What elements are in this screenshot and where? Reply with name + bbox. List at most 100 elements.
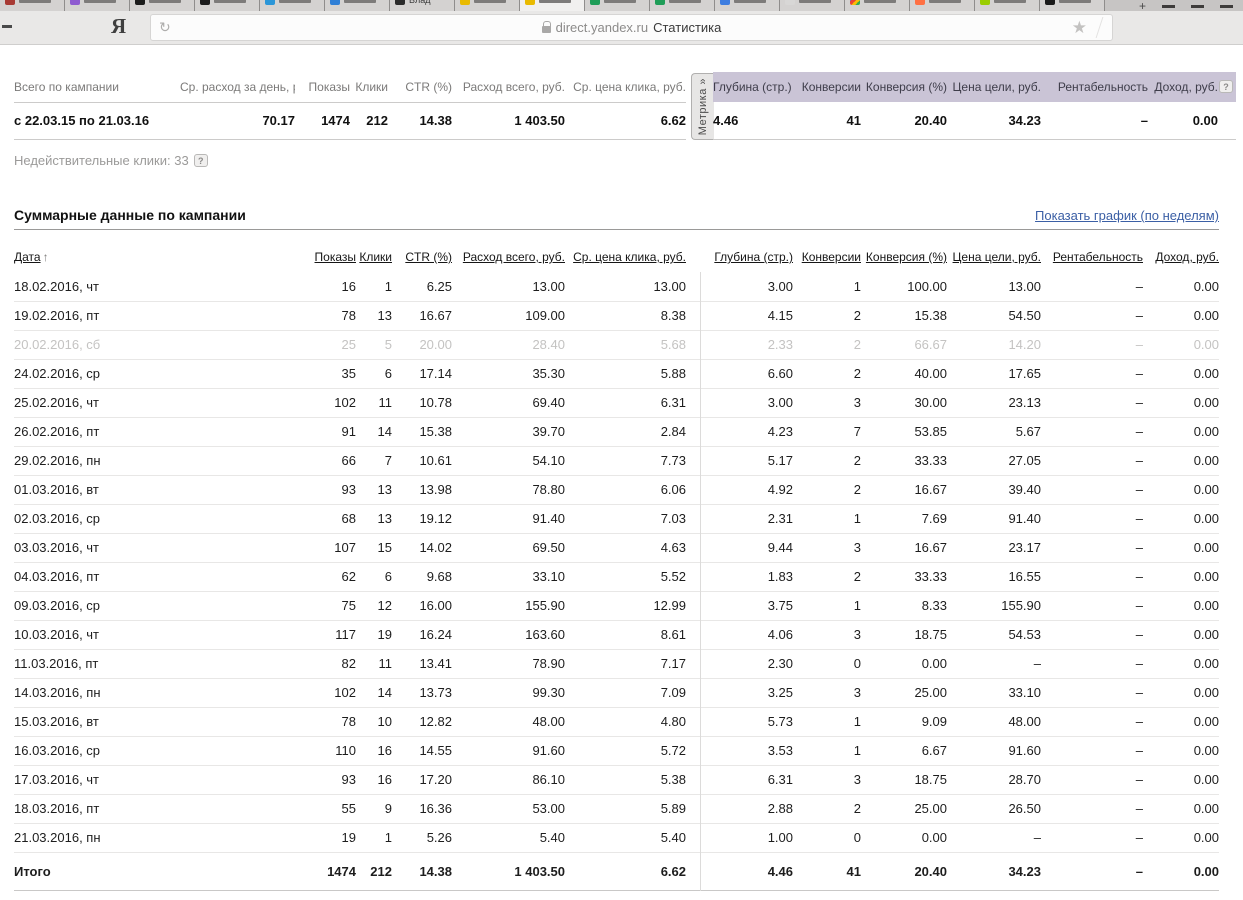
cell-conversion-rate: 25.00 — [861, 678, 947, 707]
table-row: 01.03.2016, вт 93 13 13.98 78.80 6.06 4.… — [14, 475, 1219, 504]
header-date[interactable]: Дата↑ — [14, 242, 305, 272]
browser-tab[interactable] — [975, 0, 1040, 11]
cell-conversion-rate: 18.75 — [861, 620, 947, 649]
cell-clicks: 11 — [356, 649, 392, 678]
browser-tab[interactable] — [520, 0, 585, 11]
cell-avg-cpc: 7.03 — [565, 504, 686, 533]
browser-tab[interactable] — [585, 0, 650, 11]
invalid-clicks-note: Недействительные клики: 33 ? — [14, 153, 1243, 168]
cell-revenue: 0.00 — [1143, 707, 1219, 736]
browser-tab[interactable] — [325, 0, 390, 11]
cell-conversions: 2 — [793, 794, 861, 823]
cell-profitability: – — [1041, 649, 1143, 678]
bookmark-star-icon[interactable]: ★ — [1072, 18, 1087, 38]
header-impressions[interactable]: Показы — [305, 242, 356, 272]
cell-impressions: 55 — [305, 794, 356, 823]
header-ctr[interactable]: CTR (%) — [392, 242, 452, 272]
tab-favicon-icon — [5, 0, 15, 5]
header-goal-cost[interactable]: Цена цели, руб. — [947, 242, 1041, 272]
header-avg-cpc[interactable]: Ср. цена клика, руб. — [565, 242, 686, 272]
header-profitability[interactable]: Рентабельность — [1041, 242, 1143, 272]
cell-ctr: 12.82 — [392, 707, 452, 736]
url-bar[interactable]: ↻ direct.yandex.ru Статистика ★ — [150, 14, 1113, 41]
browser-tab[interactable] — [65, 0, 130, 11]
browser-tab[interactable] — [455, 0, 520, 11]
header-revenue[interactable]: Доход, руб. — [1143, 242, 1219, 272]
browser-tab[interactable] — [650, 0, 715, 11]
url-text: direct.yandex.ru Статистика — [151, 15, 1112, 40]
browser-tab[interactable] — [1040, 0, 1105, 11]
cell-avg-cpc: 5.88 — [565, 359, 686, 388]
cell-clicks: 5 — [356, 330, 392, 359]
close-button[interactable] — [1220, 5, 1233, 8]
cell-spacer — [686, 823, 700, 852]
header-total-spend[interactable]: Расход всего, руб. — [452, 242, 565, 272]
browser-tab[interactable] — [195, 0, 260, 11]
cell-depth: 6.31 — [700, 765, 793, 794]
header-spacer — [686, 242, 700, 272]
cell-date: 18.02.2016, чт — [14, 272, 305, 301]
cell-conversions: 3 — [793, 620, 861, 649]
metrika-tab[interactable]: Метрика » — [691, 73, 714, 140]
cell-goal-cost: 39.40 — [947, 475, 1041, 504]
table-row: 18.03.2016, пт 55 9 16.36 53.00 5.89 2.8… — [14, 794, 1219, 823]
cell-revenue: 0.00 — [1143, 417, 1219, 446]
table-row: 19.02.2016, пт 78 13 16.67 109.00 8.38 4… — [14, 301, 1219, 330]
browser-tab[interactable] — [845, 0, 910, 11]
cell-date: 19.02.2016, пт — [14, 301, 305, 330]
cell-date: 26.02.2016, пт — [14, 417, 305, 446]
cell-revenue: 0.00 — [1143, 649, 1219, 678]
cell-profitability: – — [1041, 736, 1143, 765]
header-clicks[interactable]: Клики — [356, 242, 392, 272]
browser-tab[interactable] — [130, 0, 195, 11]
cell-revenue: 0.00 — [1143, 330, 1219, 359]
cell-revenue: 0.00 — [1143, 475, 1219, 504]
cell-impressions: 91 — [305, 417, 356, 446]
header-conversions[interactable]: Конверсии — [793, 242, 861, 272]
cell-avg-cpc: 4.80 — [565, 707, 686, 736]
yandex-logo[interactable]: Я — [111, 14, 126, 39]
browser-tab[interactable] — [780, 0, 845, 11]
cell-avg-cpc: 5.89 — [565, 794, 686, 823]
cell-avg-cpc: 5.38 — [565, 765, 686, 794]
total-total-spend: 1 403.50 — [452, 852, 565, 890]
cell-spacer — [686, 272, 700, 301]
cell-goal-cost: 26.50 — [947, 794, 1041, 823]
header-conversion-rate[interactable]: Конверсия (%) — [861, 242, 947, 272]
cell-avg-cpc: 8.61 — [565, 620, 686, 649]
cell-impressions: 62 — [305, 562, 356, 591]
table-row: 16.03.2016, ср 110 16 14.55 91.60 5.72 3… — [14, 736, 1219, 765]
campaign-summary: Всего по кампании Ср. расход за день, ру… — [0, 72, 1243, 140]
cell-revenue: 0.00 — [1143, 533, 1219, 562]
cell-conversion-rate: 18.75 — [861, 765, 947, 794]
browser-tab[interactable] — [910, 0, 975, 11]
summary-left-table: Всего по кампании Ср. расход за день, ру… — [14, 72, 686, 140]
total-label: Итого — [14, 852, 305, 890]
header-depth[interactable]: Глубина (стр.) — [700, 242, 793, 272]
new-tab-button[interactable]: + — [1139, 1, 1146, 11]
browser-tab[interactable]: Влад — [390, 0, 455, 11]
cell-impressions: 78 — [305, 301, 356, 330]
browser-tab[interactable] — [715, 0, 780, 11]
table-row: 11.03.2016, пт 82 11 13.41 78.90 7.17 2.… — [14, 649, 1219, 678]
help-icon[interactable]: ? — [194, 154, 208, 167]
browser-tab[interactable] — [0, 0, 65, 11]
panel-toggle-icon[interactable] — [2, 25, 12, 28]
section-title: Суммарные данные по кампании — [14, 207, 246, 223]
tab-favicon-icon — [135, 0, 145, 5]
cell-date: 10.03.2016, чт — [14, 620, 305, 649]
tab-title — [994, 0, 1026, 3]
browser-tab[interactable] — [260, 0, 325, 11]
cell-ctr: 17.20 — [392, 765, 452, 794]
maximize-button[interactable] — [1191, 5, 1204, 8]
table-header-row: Дата↑ Показы Клики CTR (%) Расход всего,… — [14, 242, 1219, 272]
cell-depth: 6.60 — [700, 359, 793, 388]
show-chart-link[interactable]: Показать график (по неделям) — [1035, 208, 1219, 223]
help-icon[interactable]: ? — [1219, 80, 1233, 93]
cell-ctr: 14.02 — [392, 533, 452, 562]
col-avg-cpc: Ср. цена клика, руб. — [565, 72, 686, 102]
cell-avg-cpc: 5.68 — [565, 330, 686, 359]
minimize-button[interactable] — [1162, 5, 1175, 8]
table-row: 10.03.2016, чт 117 19 16.24 163.60 8.61 … — [14, 620, 1219, 649]
cell-conversions: 2 — [793, 446, 861, 475]
